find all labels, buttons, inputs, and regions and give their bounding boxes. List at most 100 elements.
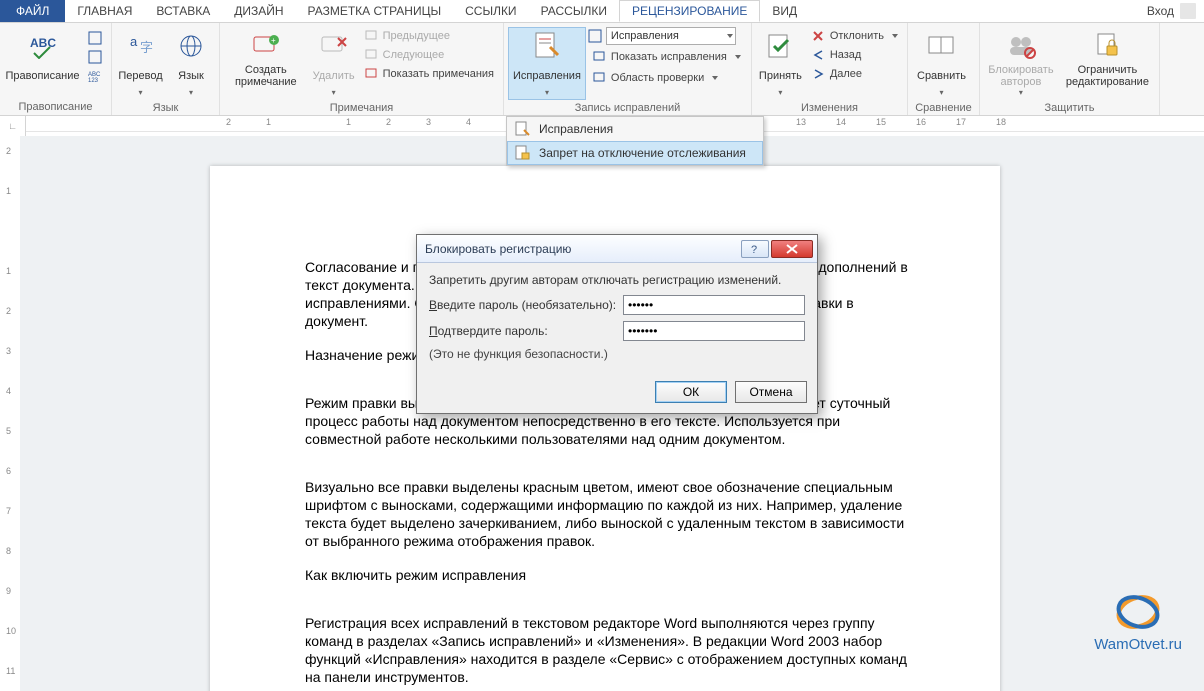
next-comment-label: Следующее: [383, 49, 445, 61]
chevron-down-icon: [892, 34, 898, 38]
ruler-tick: 9: [6, 586, 11, 596]
ruler-tick: 15: [876, 117, 886, 127]
chevron-down-icon: ▾: [332, 88, 336, 97]
show-markup-icon: [593, 50, 607, 64]
display-mode-combo[interactable]: Исправления: [606, 27, 736, 45]
reviewing-pane-icon: [593, 71, 607, 85]
forward-icon: [812, 67, 826, 81]
dialog-body: Запретить другим авторам отключать регис…: [417, 263, 817, 375]
track-changes-icon: [531, 30, 563, 62]
define-button[interactable]: [83, 29, 107, 47]
ruler-tick: 1: [346, 117, 351, 127]
show-markup-label: Показать исправления: [611, 51, 727, 63]
accept-label: Принять: [759, 64, 802, 88]
svg-text:123: 123: [88, 78, 99, 83]
group-tracking: Исправления ▾ Исправления Показать испра…: [504, 23, 752, 115]
dialog-note: (Это не функция безопасности.): [429, 347, 805, 361]
wordcount-button[interactable]: ABC123: [83, 67, 107, 85]
doc-paragraph[interactable]: Визуально все правки выделены красным цв…: [305, 478, 910, 550]
delete-comment-button[interactable]: Удалить ▾: [310, 27, 358, 100]
tab-mailings[interactable]: РАССЫЛКИ: [529, 0, 619, 22]
language-button[interactable]: Язык ▾: [167, 27, 215, 100]
group-protect-title: Защитить: [984, 100, 1155, 115]
restrict-editing-label: Ограничить редактирование: [1065, 64, 1150, 88]
confirm-password-input[interactable]: [623, 321, 805, 341]
chevron-down-icon: ▾: [189, 88, 193, 97]
block-authors-icon: [1005, 30, 1037, 62]
show-markup-button[interactable]: Показать исправления: [588, 48, 746, 66]
wordcount-icon: ABC123: [88, 69, 102, 83]
track-changes-button[interactable]: Исправления ▾: [508, 27, 586, 100]
group-spellcheck-title: Правописание: [4, 99, 107, 114]
login-link[interactable]: Вход: [1139, 0, 1204, 22]
dialog-footer: ОК Отмена: [417, 375, 817, 413]
svg-text:ABC: ABC: [30, 36, 56, 50]
tab-references[interactable]: ССЫЛКИ: [453, 0, 528, 22]
chevron-down-icon: [712, 76, 718, 80]
help-button[interactable]: ?: [741, 240, 769, 258]
vertical-ruler[interactable]: 2 1 1 2 3 4 5 6 7 8 9 10 11: [0, 136, 20, 691]
previous-change-button[interactable]: Назад: [807, 46, 903, 64]
restrict-editing-button[interactable]: Ограничить редактирование: [1060, 27, 1155, 91]
new-comment-button[interactable]: + Создать примечание: [224, 27, 308, 91]
ribbon: ABC Правописание ABC123 Правописание a字 …: [0, 23, 1204, 116]
book-icon: [88, 31, 102, 45]
tab-review[interactable]: РЕЦЕНЗИРОВАНИЕ: [619, 0, 760, 22]
ruler-tick: 1: [6, 186, 11, 196]
ruler-tick: 11: [6, 666, 15, 676]
tab-view[interactable]: ВИД: [760, 0, 809, 22]
confirm-password-label: Подтвердите пароль:: [429, 324, 617, 338]
next-comment-button[interactable]: Следующее: [360, 46, 499, 64]
ruler-tick: 3: [6, 346, 11, 356]
globe-icon: [175, 30, 207, 62]
delete-comment-label: Удалить: [313, 64, 355, 88]
show-comments-label: Показать примечания: [383, 68, 494, 80]
ruler-tick: 13: [796, 117, 806, 127]
reviewing-pane-label: Область проверки: [611, 72, 704, 84]
next-change-button[interactable]: Далее: [807, 65, 903, 83]
close-button[interactable]: [771, 240, 813, 258]
ok-button[interactable]: ОК: [655, 381, 727, 403]
ruler-tick: 2: [386, 117, 391, 127]
chevron-down-icon: ▾: [778, 88, 782, 97]
show-comments-icon: [365, 67, 379, 81]
ruler-tick: 4: [466, 117, 471, 127]
thesaurus-button[interactable]: [83, 48, 107, 66]
group-spellcheck: ABC Правописание ABC123 Правописание: [0, 23, 112, 115]
translate-button[interactable]: a字 Перевод ▾: [116, 27, 165, 100]
dialog-titlebar[interactable]: Блокировать регистрацию ?: [417, 235, 817, 263]
compare-button[interactable]: Сравнить ▾: [912, 27, 971, 100]
accept-button[interactable]: Принять ▾: [756, 27, 805, 100]
tab-file[interactable]: ФАЙЛ: [0, 0, 65, 22]
dropdown-lock-tracking[interactable]: Запрет на отключение отслеживания: [507, 141, 763, 165]
spellcheck-icon: ABC: [27, 30, 59, 62]
spellcheck-button[interactable]: ABC Правописание: [4, 27, 81, 91]
show-comments-button[interactable]: Показать примечания: [360, 65, 499, 83]
password-input[interactable]: [623, 295, 805, 315]
prev-comment-label: Предыдущее: [383, 30, 450, 42]
ruler-tick: 18: [996, 117, 1006, 127]
dropdown-track-changes[interactable]: Исправления: [507, 117, 763, 141]
group-protect: Блокировать авторов ▾ Ограничить редакти…: [980, 23, 1160, 115]
svg-text:字: 字: [140, 40, 153, 55]
login-label: Вход: [1147, 4, 1174, 18]
tab-insert[interactable]: ВСТАВКА: [144, 0, 222, 22]
cancel-button[interactable]: Отмена: [735, 381, 807, 403]
accept-icon: [764, 30, 796, 62]
tab-layout[interactable]: РАЗМЕТКА СТРАНИЦЫ: [296, 0, 454, 22]
group-tracking-title: Запись исправлений: [508, 100, 747, 115]
prev-comment-button[interactable]: Предыдущее: [360, 27, 499, 45]
tab-home[interactable]: ГЛАВНАЯ: [65, 0, 144, 22]
doc-paragraph[interactable]: Регистрация всех исправлений в текстовом…: [305, 614, 910, 686]
group-comments-title: Примечания: [224, 100, 499, 115]
doc-paragraph[interactable]: Как включить режим исправления: [305, 566, 910, 584]
dropdown-track-changes-label: Исправления: [539, 122, 613, 136]
ruler-tick: 17: [956, 117, 966, 127]
reject-button[interactable]: Отклонить: [807, 27, 903, 45]
reviewing-pane-button[interactable]: Область проверки: [588, 69, 746, 87]
ruler-tick: 4: [6, 386, 11, 396]
block-authors-button[interactable]: Блокировать авторов ▾: [984, 27, 1058, 100]
display-mode-value: Исправления: [611, 30, 679, 42]
language-label: Язык: [178, 64, 204, 88]
tab-design[interactable]: ДИЗАЙН: [222, 0, 295, 22]
